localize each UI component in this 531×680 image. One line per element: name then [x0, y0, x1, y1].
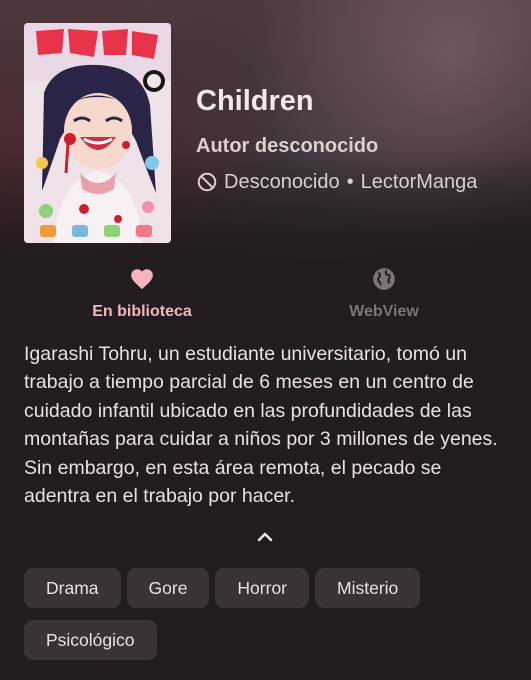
action-bar: En biblioteca WebView [0, 262, 531, 324]
webview-button[interactable]: WebView [294, 262, 474, 322]
manga-description[interactable]: Igarashi Tohru, un estudiante universita… [24, 340, 510, 510]
webview-label: WebView [349, 303, 419, 320]
library-label: En biblioteca [92, 303, 192, 320]
chevron-up-icon [257, 532, 273, 542]
separator-dot: • [346, 171, 354, 193]
library-button[interactable]: En biblioteca [52, 262, 232, 322]
globe-icon [371, 266, 397, 292]
collapse-description-button[interactable] [253, 525, 277, 549]
heart-icon [129, 266, 155, 292]
manga-info: Children Autor desconocido Desconocido •… [196, 82, 516, 195]
genre-chip[interactable]: Drama [24, 568, 121, 608]
genre-chip[interactable]: Misterio [315, 568, 421, 608]
status-text: Desconocido [224, 171, 340, 193]
manga-author[interactable]: Autor desconocido [196, 133, 516, 159]
status-row: Desconocido • LectorManga [196, 169, 516, 195]
source-name: LectorManga [360, 171, 478, 193]
cover-art [24, 23, 171, 243]
manga-title[interactable]: Children [196, 82, 516, 120]
manga-cover[interactable] [24, 23, 171, 243]
genre-chip[interactable]: Psicológico [24, 620, 157, 660]
block-icon [196, 171, 218, 193]
genre-chip[interactable]: Gore [126, 568, 210, 608]
genre-chip[interactable]: Horror [215, 568, 310, 608]
genre-chips: Drama Gore Horror Misterio Psicológico [24, 568, 514, 660]
